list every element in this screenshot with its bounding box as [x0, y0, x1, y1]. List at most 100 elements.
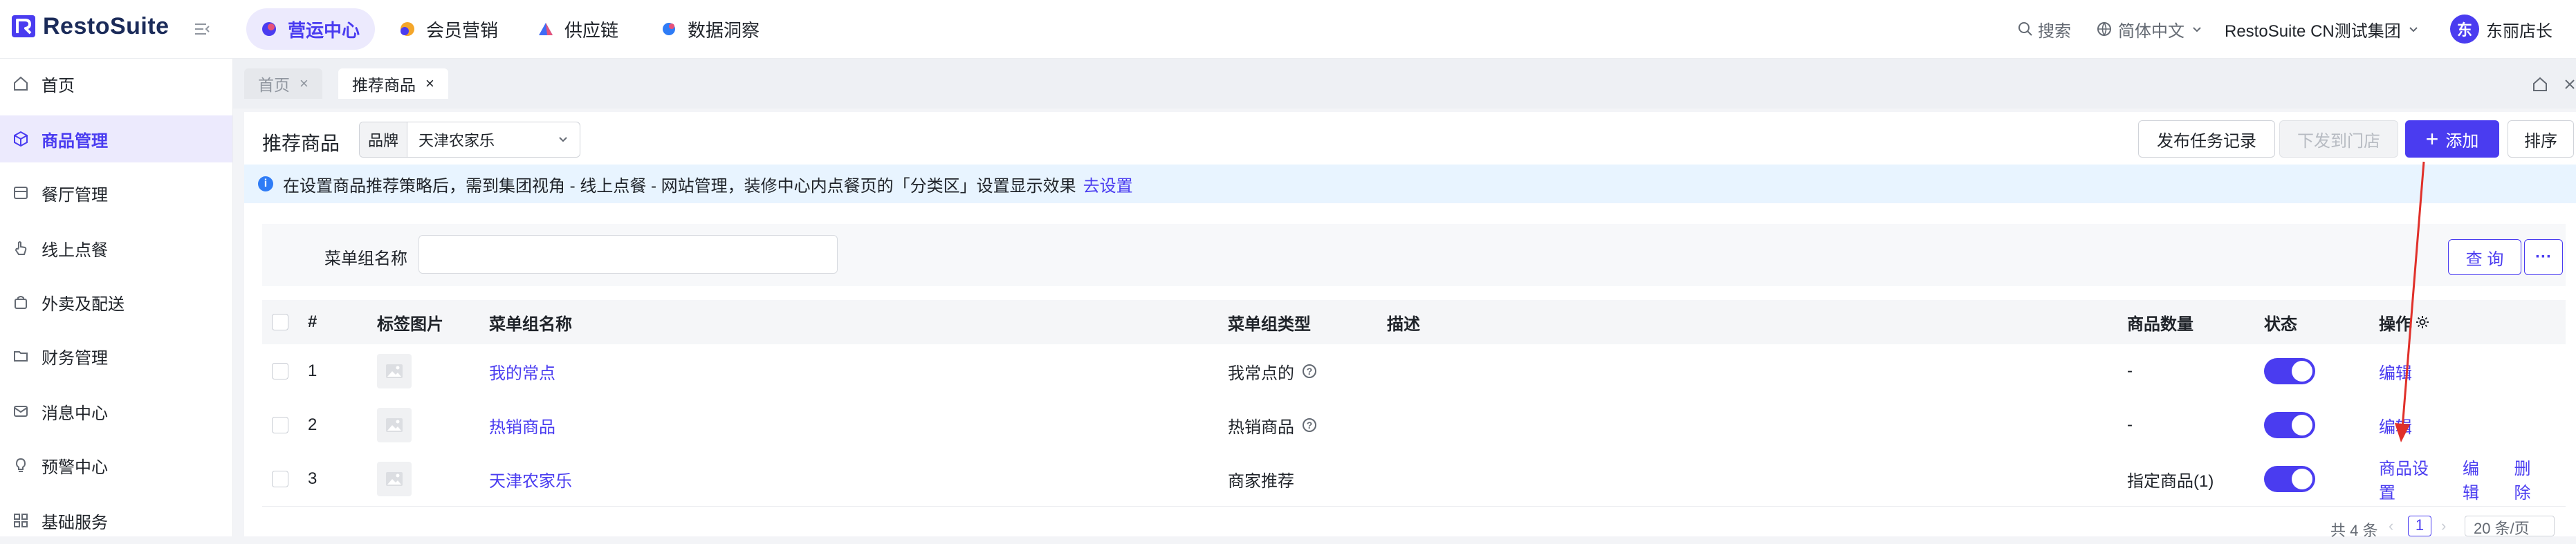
- next-page-icon[interactable]: ›: [2441, 517, 2446, 535]
- menu-group-type: 我常点的 ?: [1228, 344, 1316, 398]
- page-title: 推荐商品: [262, 133, 340, 154]
- notice-link[interactable]: 去设置: [1083, 172, 1133, 196]
- col-actions: 操作: [2379, 300, 2430, 344]
- prev-page-icon[interactable]: ‹: [2389, 517, 2393, 535]
- close-icon[interactable]: ×: [300, 75, 309, 93]
- main-content: 推荐商品 品牌 天津农家乐 发布任务记录 下发到门店 + 添加 排序 i 在设置…: [244, 112, 2576, 539]
- page-tab-recommended[interactable]: 推荐商品 ×: [338, 68, 448, 99]
- status-toggle[interactable]: [2264, 466, 2315, 492]
- image-placeholder-icon: [377, 408, 412, 442]
- sidebar-item-delivery[interactable]: 外卖及配送: [0, 279, 232, 326]
- add-button-label: 添加: [2445, 131, 2479, 151]
- menu-group-name-link[interactable]: 我的常点: [489, 344, 555, 398]
- sidebar-item-restaurant-management[interactable]: 餐厅管理: [0, 169, 232, 216]
- supply-chain-icon: [539, 23, 553, 35]
- global-search[interactable]: 搜索: [2017, 0, 2071, 58]
- nav-tab-membership[interactable]: 会员营销: [385, 8, 513, 50]
- menu-group-name-input[interactable]: [418, 235, 838, 274]
- menu-group-name-link[interactable]: 热销商品: [489, 398, 555, 452]
- info-notice: i 在设置商品推荐策略后，需到集团视角 - 线上点餐 - 网站管理，装修中心内点…: [244, 165, 2576, 203]
- close-icon[interactable]: [2563, 77, 2576, 91]
- page-tabs: 首页 × 推荐商品 ×: [233, 59, 2576, 109]
- edit-link[interactable]: 编辑: [2379, 413, 2412, 438]
- nav-tab-supply-chain[interactable]: 供应链: [523, 8, 634, 50]
- status-toggle[interactable]: [2264, 412, 2315, 438]
- edit-link[interactable]: 编辑: [2379, 359, 2412, 384]
- mail-icon: [14, 406, 28, 417]
- store-icon: [14, 187, 28, 199]
- row-index: 2: [308, 415, 318, 434]
- menu-group-type: 热销商品 ?: [1228, 398, 1316, 452]
- task-log-button[interactable]: 发布任务记录: [2138, 120, 2275, 158]
- edit-link[interactable]: 编辑: [2463, 455, 2495, 503]
- query-button[interactable]: 查 询: [2448, 239, 2521, 275]
- user-name: 东丽店长: [2486, 21, 2552, 41]
- add-button[interactable]: + 添加: [2405, 120, 2499, 158]
- sidebar-item-label: 基础服务: [42, 513, 108, 532]
- push-to-store-button[interactable]: 下发到门店: [2279, 120, 2398, 158]
- table-row: 2 热销商品 热销商品 ? - 编辑: [262, 398, 2566, 453]
- nav-tab-label: 供应链: [564, 19, 619, 41]
- help-icon[interactable]: ?: [1303, 418, 1316, 432]
- page-tab-label: 首页: [258, 76, 290, 94]
- menu-group-name-label: 菜单组名称: [324, 250, 407, 268]
- brand-value: 天津农家乐: [418, 132, 495, 149]
- home-icon[interactable]: [2531, 75, 2549, 93]
- sort-button[interactable]: 排序: [2508, 120, 2574, 158]
- sidebar-item-product-management[interactable]: 商品管理: [0, 115, 232, 162]
- more-button[interactable]: ···: [2524, 239, 2563, 275]
- delete-link[interactable]: 删除: [2514, 455, 2547, 503]
- product-count: -: [2127, 415, 2133, 434]
- settings-gear-icon[interactable]: [2415, 315, 2430, 330]
- sidebar-item-home[interactable]: 首页: [0, 60, 232, 107]
- user-menu[interactable]: 东 东丽店长: [2450, 0, 2552, 58]
- sidebar-item-label: 首页: [42, 76, 75, 95]
- page-tab-home[interactable]: 首页 ×: [244, 68, 322, 99]
- col-index: #: [308, 312, 318, 331]
- row-checkbox[interactable]: [272, 363, 288, 379]
- select-all-checkbox[interactable]: [272, 314, 288, 330]
- product-settings-link[interactable]: 商品设置: [2379, 455, 2443, 503]
- row-checkbox[interactable]: [272, 471, 288, 487]
- nav-tab-data-insights[interactable]: 数据洞察: [646, 8, 775, 50]
- brand-select[interactable]: 品牌 天津农家乐: [359, 122, 580, 158]
- sidebar-item-finance[interactable]: 财务管理: [0, 332, 232, 379]
- nav-tab-operations[interactable]: 营运中心: [246, 8, 376, 50]
- lightbulb-icon: [15, 458, 26, 472]
- col-type: 菜单组类型: [1228, 315, 1311, 334]
- top-bar: RestoSuite 营运中心 会员营销 供应链 数据洞察 搜索 简体中文 Re…: [0, 0, 2576, 59]
- sidebar-item-basic-services[interactable]: 基础服务: [0, 497, 232, 544]
- row-checkbox[interactable]: [272, 417, 288, 433]
- sidebar-item-label: 消息中心: [42, 404, 108, 423]
- app-logo[interactable]: RestoSuite: [10, 12, 169, 40]
- sidebar-item-online-ordering[interactable]: 线上点餐: [0, 225, 232, 272]
- image-placeholder-icon: [377, 354, 412, 388]
- hand-pointer-icon: [15, 241, 27, 255]
- menu-group-name-link[interactable]: 天津农家乐: [489, 452, 572, 506]
- nav-tab-label: 营运中心: [288, 19, 360, 41]
- col-count: 商品数量: [2127, 315, 2193, 334]
- sidebar-item-label: 预警中心: [42, 458, 108, 477]
- home-icon: [14, 76, 28, 91]
- sidebar-item-label: 财务管理: [42, 348, 108, 368]
- sidebar-item-messages[interactable]: 消息中心: [0, 388, 232, 435]
- operations-icon: [262, 22, 276, 36]
- table-header: # 标签图片 菜单组名称 菜单组类型 描述 商品数量 状态 操作: [262, 300, 2566, 344]
- folder-icon: [14, 351, 28, 362]
- nav-tab-label: 会员营销: [426, 19, 499, 41]
- globe-icon: [2097, 22, 2111, 37]
- membership-icon: [401, 22, 414, 36]
- help-icon[interactable]: ?: [1303, 364, 1316, 378]
- language-label: 简体中文: [2118, 21, 2184, 41]
- language-selector[interactable]: 简体中文: [2096, 0, 2202, 58]
- page-number-current[interactable]: 1: [2408, 516, 2431, 536]
- chevron-down-icon: [2193, 27, 2201, 32]
- status-toggle[interactable]: [2264, 358, 2315, 384]
- close-icon[interactable]: ×: [425, 75, 434, 93]
- collapse-menu-icon[interactable]: [192, 19, 212, 39]
- image-placeholder-icon: [377, 462, 412, 496]
- sidebar-item-alerts[interactable]: 预警中心: [0, 442, 232, 489]
- chevron-down-icon: [559, 137, 567, 142]
- org-selector[interactable]: RestoSuite CN测试集团: [2225, 0, 2419, 58]
- page-size-select[interactable]: 20 条/页: [2465, 516, 2555, 537]
